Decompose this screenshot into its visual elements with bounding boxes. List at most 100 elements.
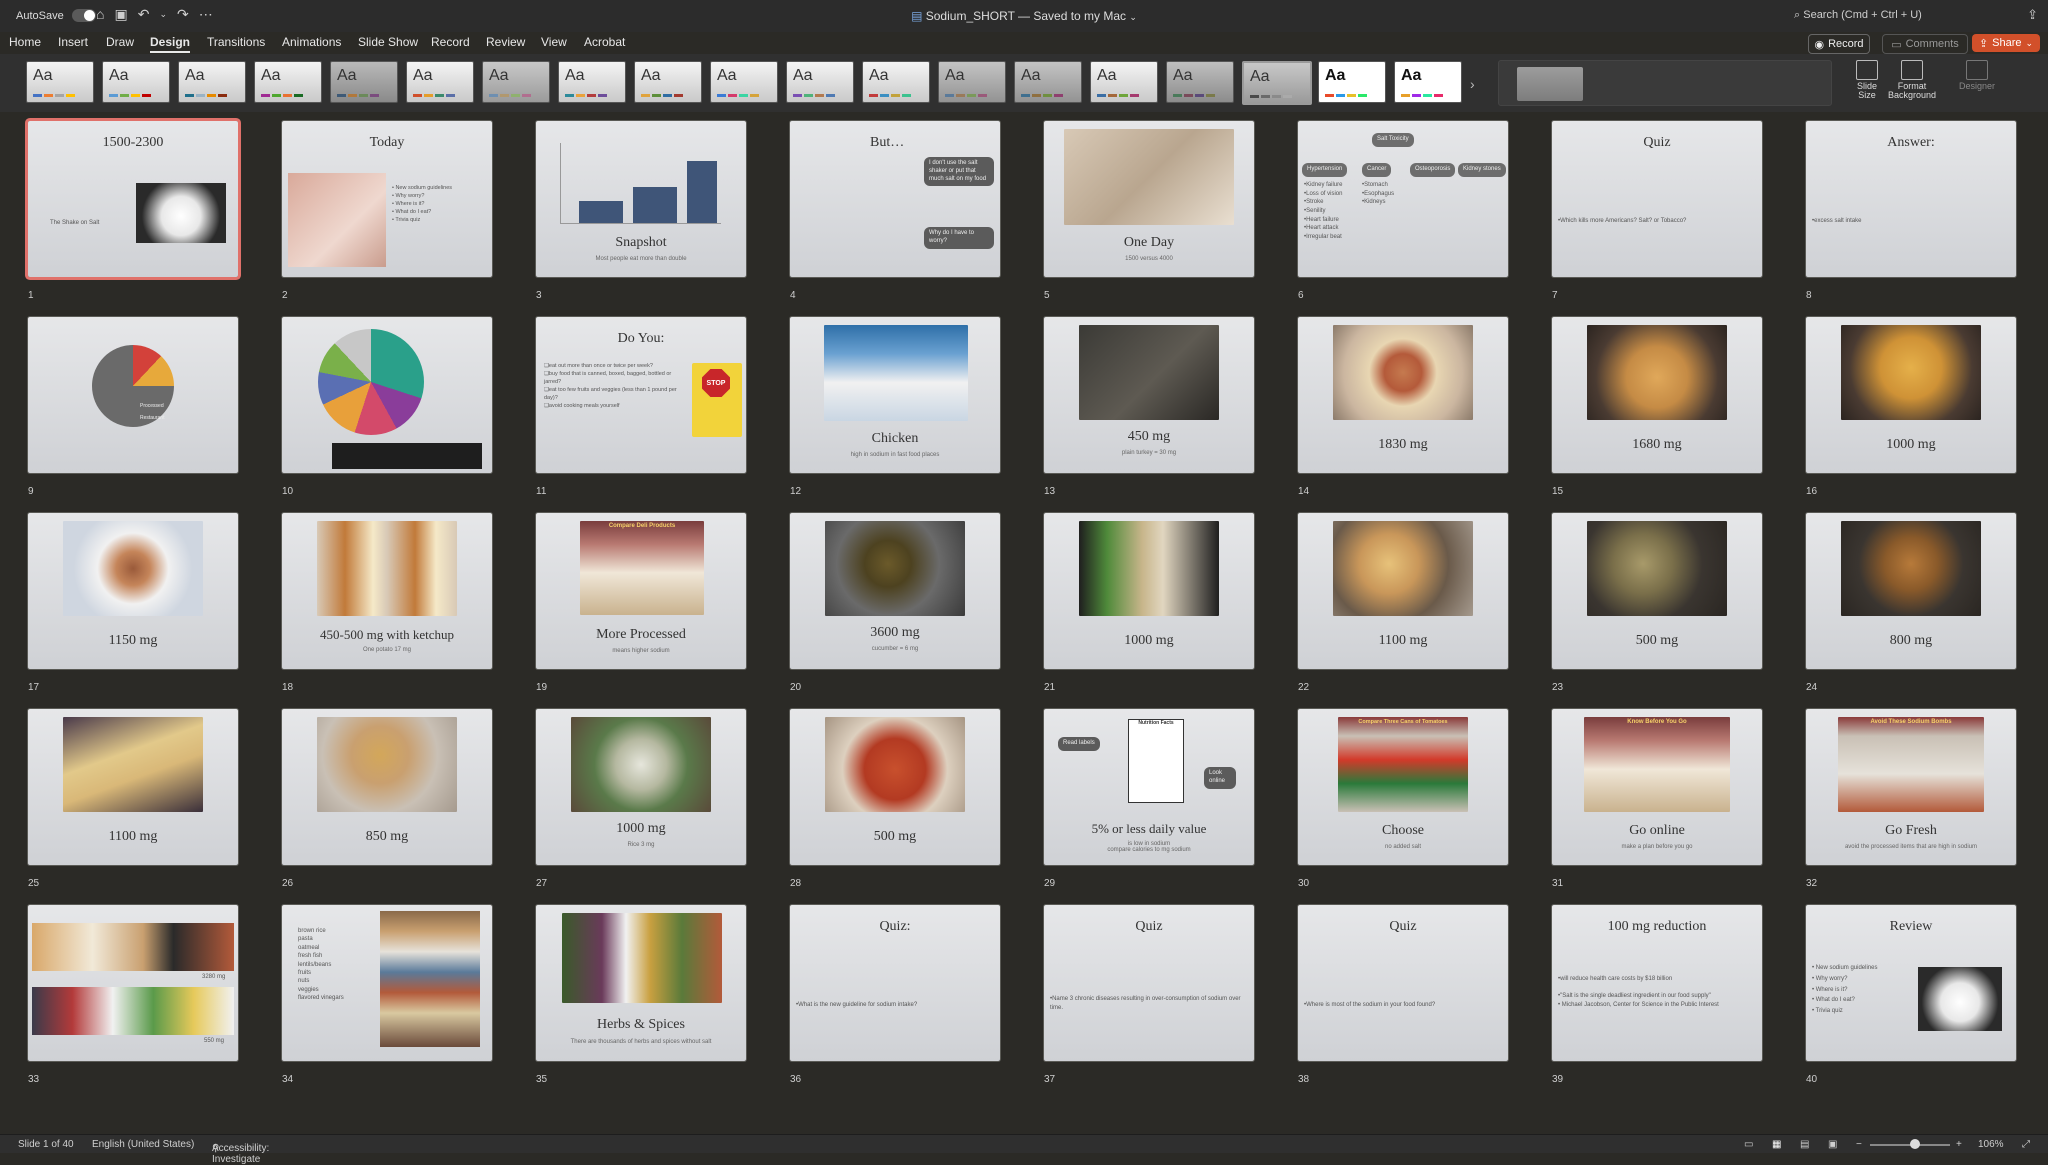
variant-thumbnail[interactable] (1517, 67, 1583, 101)
slide-thumbnail-36[interactable]: Quiz: •What is the new guideline for sod… (790, 905, 1000, 1061)
slide-show-icon[interactable]: ▣ (1828, 1139, 1837, 1150)
tab-slide-show[interactable]: Slide Show (358, 35, 418, 49)
slide-title: 500 mg (873, 829, 917, 844)
variants-gallery[interactable] (1498, 60, 1832, 106)
tab-acrobat[interactable]: Acrobat (584, 35, 625, 49)
search-field[interactable]: ⌕ Search (Cmd + Ctrl + U) (1794, 9, 1922, 22)
slide-thumbnail-16[interactable]: 1000 mg (1806, 317, 2016, 473)
slide-thumbnail-38[interactable]: Quiz •Where is most of the sodium in you… (1298, 905, 1508, 1061)
theme-thumbnail[interactable]: Aa (786, 61, 854, 103)
slide-sorter-grid: 1500-2300 The Shake on Salt 1 Today • Ne… (0, 112, 2048, 1134)
slide-thumbnail-7[interactable]: Quiz •Which kills more Americans? Salt? … (1552, 121, 1762, 277)
theme-thumbnail[interactable]: Aa (634, 61, 702, 103)
slide-thumbnail-31[interactable]: Know Before You Go Go online make a plan… (1552, 709, 1762, 865)
slide-thumbnail-3[interactable]: Snapshot Most people eat more than doubl… (536, 121, 746, 277)
slide-thumbnail-30[interactable]: Compare Three Cans of Tomatoes Choose no… (1298, 709, 1508, 865)
slide-thumbnail-35[interactable]: Herbs & Spices There are thousands of he… (536, 905, 746, 1061)
slide-thumbnail-28[interactable]: 500 mg (790, 709, 1000, 865)
theme-thumbnail[interactable]: Aa (1090, 61, 1158, 103)
tab-draw[interactable]: Draw (106, 35, 134, 49)
format-background-button[interactable]: Format Background (1886, 60, 1938, 101)
language-indicator[interactable]: English (United States) (92, 1139, 194, 1150)
slide-thumbnail-21[interactable]: 1000 mg (1044, 513, 1254, 669)
slide-thumbnail-26[interactable]: 850 mg (282, 709, 492, 865)
slide-number: 28 (790, 878, 802, 889)
theme-thumbnail[interactable]: Aa (482, 61, 550, 103)
slide-thumbnail-17[interactable]: 1150 mg (28, 513, 238, 669)
theme-thumbnail[interactable]: Aa (178, 61, 246, 103)
slide-title: But… (870, 135, 905, 150)
comments-button[interactable]: ▭ Comments (1882, 34, 1968, 54)
theme-thumbnail[interactable]: Aa (1394, 61, 1462, 103)
designer-button[interactable]: Designer (1952, 60, 2002, 91)
slide-thumbnail-8[interactable]: Answer: •excess salt intake (1806, 121, 2016, 277)
reading-view-icon[interactable]: ▤ (1800, 1139, 1809, 1150)
theme-thumbnail[interactable]: Aa (1318, 61, 1386, 103)
zoom-in-icon[interactable]: + (1956, 1139, 1962, 1150)
tab-design[interactable]: Design (150, 35, 191, 53)
theme-thumbnail-current[interactable]: Aa (1242, 61, 1312, 105)
theme-thumbnail[interactable]: Aa (938, 61, 1006, 103)
tab-record[interactable]: Record (431, 35, 470, 49)
slide-thumbnail-22[interactable]: 1100 mg (1298, 513, 1508, 669)
slide-thumbnail-10[interactable] (282, 317, 492, 473)
slide-number: 36 (790, 1074, 802, 1085)
normal-view-icon[interactable]: ▭ (1744, 1139, 1753, 1150)
zoom-level[interactable]: 106% (1978, 1139, 2004, 1150)
theme-thumbnail[interactable]: Aa (1166, 61, 1234, 103)
slide-thumbnail-13[interactable]: 450 mg plain turkey = 30 mg (1044, 317, 1254, 473)
slide-size-button[interactable]: Slide Size (1852, 60, 1882, 101)
tab-insert[interactable]: Insert (58, 35, 88, 49)
slide-thumbnail-2[interactable]: Today • New sodium guidelines • Why worr… (282, 121, 492, 277)
slide-thumbnail-34[interactable]: brown rice pasta oatmeal fresh fish lent… (282, 905, 492, 1061)
theme-thumbnail[interactable]: Aa (26, 61, 94, 103)
slide-thumbnail-15[interactable]: 1680 mg (1552, 317, 1762, 473)
slide-thumbnail-27[interactable]: 1000 mg Rice 3 mg (536, 709, 746, 865)
slide-thumbnail-23[interactable]: 500 mg (1552, 513, 1762, 669)
slide-thumbnail-6[interactable]: Salt Toxicity Hypertension Cancer Osteop… (1298, 121, 1508, 277)
slide-thumbnail-9[interactable]: Processed Restaurant (28, 317, 238, 473)
chevron-right-icon[interactable]: › (1470, 76, 1475, 92)
share-icon[interactable]: ⇪ (2027, 7, 2038, 23)
slide-thumbnail-39[interactable]: 100 mg reduction •will reduce health car… (1552, 905, 1762, 1061)
theme-thumbnail[interactable]: Aa (862, 61, 930, 103)
slide-number: 18 (282, 682, 294, 693)
document-title[interactable]: ▤ Sodium_SHORT — Saved to my Mac ⌄ (0, 9, 2048, 23)
tab-animations[interactable]: Animations (282, 35, 341, 49)
theme-thumbnail[interactable]: Aa (558, 61, 626, 103)
slide-thumbnail-12[interactable]: Chicken high in sodium in fast food plac… (790, 317, 1000, 473)
slide-thumbnail-19[interactable]: Compare Deli Products More Processed mea… (536, 513, 746, 669)
zoom-slider-handle[interactable] (1910, 1139, 1920, 1149)
slide-thumbnail-20[interactable]: 3600 mg cucumber = 6 mg (790, 513, 1000, 669)
tab-transitions[interactable]: Transitions (207, 35, 265, 49)
slide-sorter-view-icon[interactable]: ▦ (1772, 1139, 1781, 1150)
tab-view[interactable]: View (541, 35, 567, 49)
slide-subtitle: is low in sodium compare calories to mg … (1107, 841, 1191, 853)
slide-thumbnail-18[interactable]: 450-500 mg with ketchup One potato 17 mg (282, 513, 492, 669)
theme-thumbnail[interactable]: Aa (102, 61, 170, 103)
slide-thumbnail-1[interactable]: 1500-2300 The Shake on Salt (28, 121, 238, 277)
slide-thumbnail-29[interactable]: Nutrition Facts Read labels Look online … (1044, 709, 1254, 865)
slide-thumbnail-5[interactable]: One Day 1500 versus 4000 (1044, 121, 1254, 277)
theme-thumbnail[interactable]: Aa (254, 61, 322, 103)
theme-thumbnail[interactable]: Aa (710, 61, 778, 103)
zoom-out-icon[interactable]: − (1856, 1139, 1862, 1150)
fit-to-window-icon[interactable]: ⤢ (2022, 1139, 2030, 1150)
slide-thumbnail-14[interactable]: 1830 mg (1298, 317, 1508, 473)
slide-thumbnail-37[interactable]: Quiz •Name 3 chronic diseases resulting … (1044, 905, 1254, 1061)
record-button[interactable]: ◉ Record (1808, 34, 1870, 54)
share-button[interactable]: ⇪ Share ⌄ (1972, 34, 2040, 52)
theme-thumbnail[interactable]: Aa (330, 61, 398, 103)
slide-thumbnail-4[interactable]: But… I don't use the salt shaker or put … (790, 121, 1000, 277)
tab-review[interactable]: Review (486, 35, 525, 49)
theme-thumbnail[interactable]: Aa (1014, 61, 1082, 103)
slide-text: •What is the new guideline for sodium in… (796, 1002, 918, 1008)
slide-thumbnail-40[interactable]: Review • New sodium guidelines • Why wor… (1806, 905, 2016, 1061)
tab-home[interactable]: Home (9, 35, 41, 49)
slide-thumbnail-32[interactable]: Avoid These Sodium Bombs Go Fresh avoid … (1806, 709, 2016, 865)
slide-thumbnail-11[interactable]: Do You: ❑eat out more than once or twice… (536, 317, 746, 473)
slide-thumbnail-25[interactable]: 1100 mg (28, 709, 238, 865)
theme-thumbnail[interactable]: Aa (406, 61, 474, 103)
slide-thumbnail-24[interactable]: 800 mg (1806, 513, 2016, 669)
slide-thumbnail-33[interactable]: 3280 mg 550 mg (28, 905, 238, 1061)
